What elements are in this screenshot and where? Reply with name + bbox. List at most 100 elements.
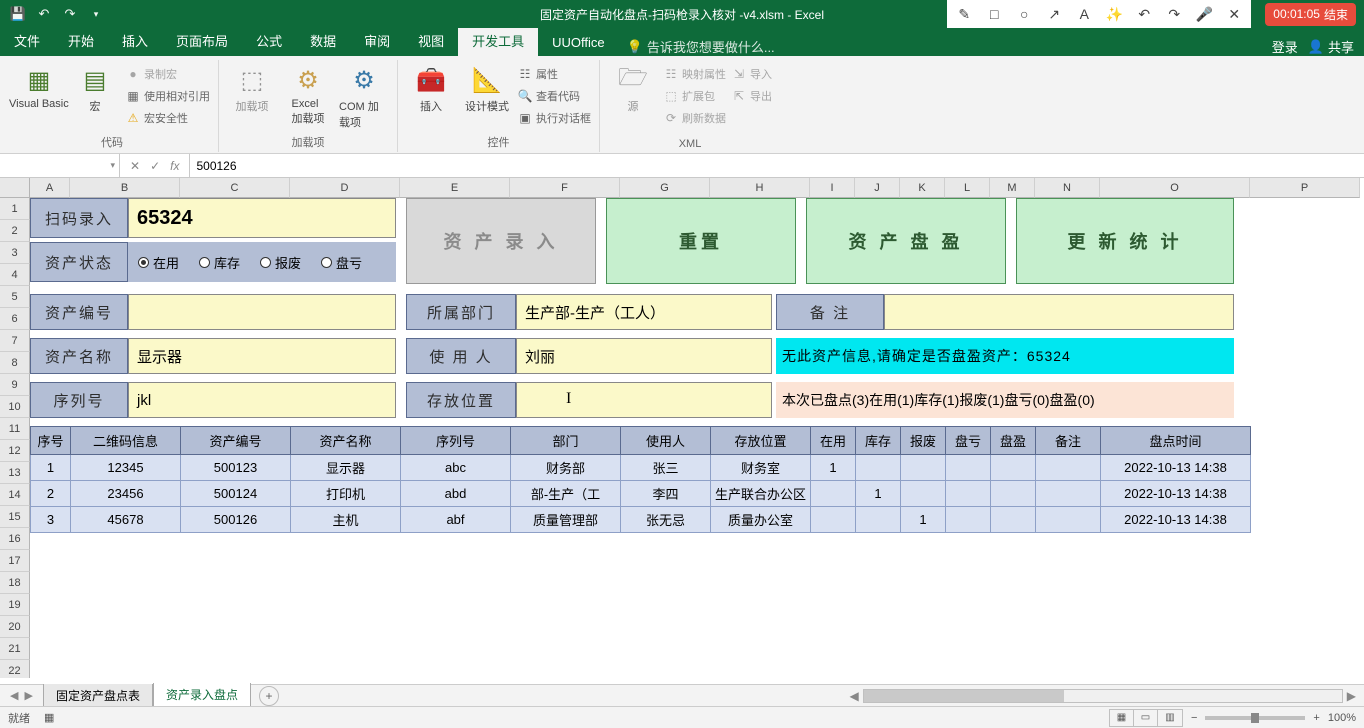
table-cell[interactable]: 1 (856, 481, 901, 507)
row-header[interactable]: 18 (0, 572, 30, 594)
column-header[interactable]: C (180, 178, 290, 198)
table-cell[interactable]: 财务室 (711, 455, 811, 481)
table-cell[interactable] (991, 481, 1036, 507)
grid-cells[interactable]: 扫码录入 65324 资 产 录 入 重置 资 产 盘 盈 更 新 统 计 资产… (30, 198, 1364, 678)
location-input[interactable] (516, 382, 772, 418)
column-header[interactable]: G (620, 178, 710, 198)
map-props-button[interactable]: ☷映射属性 (664, 64, 726, 84)
export-button[interactable]: ⇱导出 (732, 86, 772, 106)
row-header[interactable]: 13 (0, 462, 30, 484)
view-code-button[interactable]: 🔍查看代码 (518, 86, 591, 106)
addins-button[interactable]: ⬚加载项 (227, 64, 277, 114)
view-normal-button[interactable]: ▦ (1110, 710, 1134, 726)
table-cell[interactable]: 部-生产（工 (511, 481, 621, 507)
table-cell[interactable] (811, 481, 856, 507)
refresh-button[interactable]: ⟳刷新数据 (664, 108, 726, 128)
column-header[interactable]: D (290, 178, 400, 198)
share-button[interactable]: 👤 共享 (1308, 37, 1354, 56)
table-cell[interactable]: abf (401, 507, 511, 533)
table-cell[interactable]: 2 (31, 481, 71, 507)
table-cell[interactable]: 财务部 (511, 455, 621, 481)
table-cell[interactable]: 1 (901, 507, 946, 533)
insert-control-button[interactable]: 🧰插入 (406, 64, 456, 114)
view-break-button[interactable]: ▥ (1158, 710, 1182, 726)
tab-data[interactable]: 数据 (296, 26, 350, 56)
table-cell[interactable]: 500124 (181, 481, 291, 507)
table-cell[interactable] (991, 455, 1036, 481)
column-header[interactable]: O (1100, 178, 1250, 198)
row-header[interactable]: 7 (0, 330, 30, 352)
assetno-input[interactable] (128, 294, 396, 330)
table-cell[interactable]: 打印机 (291, 481, 401, 507)
table-cell[interactable]: 主机 (291, 507, 401, 533)
radio-scrap[interactable]: 报废 (260, 253, 301, 272)
table-cell[interactable]: 2022-10-13 14:38 (1101, 481, 1251, 507)
mic-off-icon[interactable]: 🎤 (1195, 5, 1213, 23)
column-header[interactable]: M (990, 178, 1035, 198)
run-dialog-button[interactable]: ▣执行对话框 (518, 108, 591, 128)
tab-file[interactable]: 文件 (0, 26, 54, 56)
row-header[interactable]: 8 (0, 352, 30, 374)
macros-button[interactable]: ▤ 宏 (70, 64, 120, 114)
view-page-button[interactable]: ▭ (1134, 710, 1158, 726)
row-header[interactable]: 11 (0, 418, 30, 440)
scan-input[interactable]: 65324 (128, 198, 396, 238)
row-header[interactable]: 6 (0, 308, 30, 330)
anno-redo-icon[interactable]: ↷ (1165, 5, 1183, 23)
table-cell[interactable]: 23456 (71, 481, 181, 507)
row-header[interactable]: 20 (0, 616, 30, 638)
row-header[interactable]: 15 (0, 506, 30, 528)
asset-entry-button[interactable]: 资 产 录 入 (406, 198, 596, 284)
square-icon[interactable]: □ (985, 5, 1003, 23)
table-cell[interactable]: 显示器 (291, 455, 401, 481)
radio-loss[interactable]: 盘亏 (321, 253, 362, 272)
expansion-button[interactable]: ⬚扩展包 (664, 86, 726, 106)
table-cell[interactable]: 2022-10-13 14:38 (1101, 507, 1251, 533)
select-all-corner[interactable] (0, 178, 30, 198)
zoom-out-button[interactable]: − (1191, 712, 1197, 724)
column-header[interactable]: E (400, 178, 510, 198)
table-cell[interactable]: 500126 (181, 507, 291, 533)
add-sheet-button[interactable]: + (259, 686, 279, 706)
tab-developer[interactable]: 开发工具 (458, 26, 538, 56)
table-cell[interactable]: 张无忌 (621, 507, 711, 533)
table-row[interactable]: 112345500123显示器abc财务部张三财务室12022-10-13 14… (31, 455, 1251, 481)
sheet-nav-next[interactable]: ▶ (24, 689, 32, 702)
row-header[interactable]: 1 (0, 198, 30, 220)
table-cell[interactable]: 质量办公室 (711, 507, 811, 533)
text-A-icon[interactable]: A (1075, 5, 1093, 23)
scroll-right-icon[interactable]: ▶ (1347, 689, 1356, 703)
worksheet[interactable]: ABCDEFGHIJKLMNOP 12345678910111213141516… (0, 178, 1364, 678)
update-stats-button[interactable]: 更 新 统 计 (1016, 198, 1234, 284)
table-cell[interactable]: 张三 (621, 455, 711, 481)
column-header[interactable]: H (710, 178, 810, 198)
row-header[interactable]: 10 (0, 396, 30, 418)
table-cell[interactable] (1036, 481, 1101, 507)
qat-dropdown-icon[interactable]: ▾ (88, 6, 104, 22)
fx-icon[interactable]: fx (170, 159, 179, 173)
table-cell[interactable]: 1 (811, 455, 856, 481)
relative-ref-button[interactable]: ▦使用相对引用 (126, 86, 210, 106)
macro-security-button[interactable]: ⚠宏安全性 (126, 108, 210, 128)
dept-input[interactable]: 生产部-生产（工人） (516, 294, 772, 330)
table-cell[interactable]: 2022-10-13 14:38 (1101, 455, 1251, 481)
pen-icon[interactable]: ✎ (955, 5, 973, 23)
table-cell[interactable] (811, 507, 856, 533)
horizontal-scrollbar[interactable]: ◀ ▶ (850, 689, 1364, 703)
table-cell[interactable] (946, 507, 991, 533)
row-header[interactable]: 5 (0, 286, 30, 308)
tell-me-search[interactable]: 💡 告诉我您想要做什么... (627, 37, 775, 56)
table-cell[interactable]: 12345 (71, 455, 181, 481)
arrow-icon[interactable]: ↗ (1045, 5, 1063, 23)
row-header[interactable]: 4 (0, 264, 30, 286)
tab-formulas[interactable]: 公式 (242, 26, 296, 56)
name-box[interactable] (0, 154, 120, 177)
visual-basic-button[interactable]: ▦ Visual Basic (14, 64, 64, 110)
serial-input[interactable]: jkl (128, 382, 396, 418)
table-cell[interactable] (1036, 455, 1101, 481)
row-header[interactable]: 9 (0, 374, 30, 396)
table-cell[interactable] (856, 507, 901, 533)
table-cell[interactable]: abc (401, 455, 511, 481)
zoom-in-button[interactable]: + (1313, 712, 1319, 724)
formula-input[interactable]: 500126 (190, 154, 1364, 177)
